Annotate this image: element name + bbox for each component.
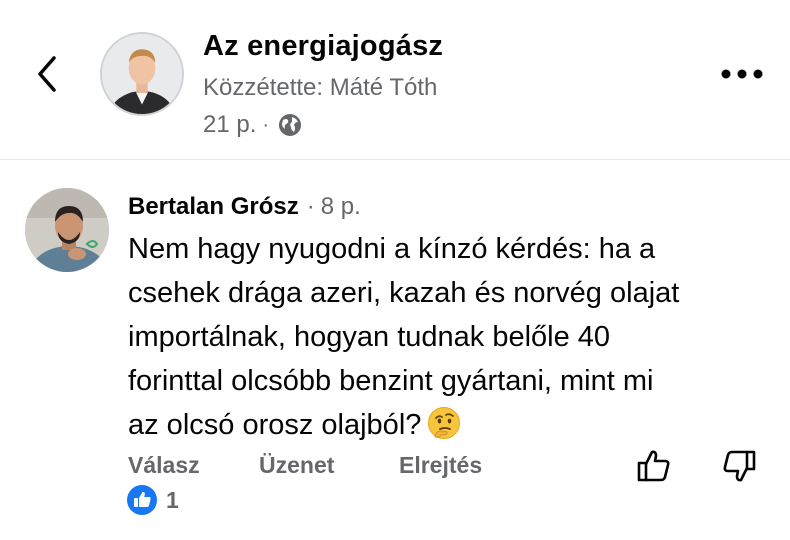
comment-line: forinttal olcsóbb benzint gyártani, mint… xyxy=(128,365,654,397)
post-time: 21 p. xyxy=(203,111,257,138)
reply-button[interactable]: Válasz xyxy=(128,452,200,479)
more-horizontal-icon xyxy=(721,69,763,79)
page-avatar-image xyxy=(102,34,182,114)
comment-line-last: az olcsó orosz olajból? xyxy=(128,403,768,447)
comment-line: Nem hagy nyugodni a kínzó kérdés: ha a xyxy=(128,233,656,265)
comment-line: az olcsó orosz olajból? xyxy=(128,409,422,441)
page-title[interactable]: Az energiajogász xyxy=(203,30,443,63)
comment-thread-screen: Az energiajogász Közzétette: Máté Tóth 2… xyxy=(0,0,790,540)
posted-by-text: Közzétette: Máté Tóth xyxy=(203,74,438,101)
comment-separator: · xyxy=(306,193,315,220)
chevron-left-icon xyxy=(38,56,56,92)
thumbs-up-icon xyxy=(637,450,670,482)
commenter-avatar-image xyxy=(25,188,109,272)
comment-text: Nem hagy nyugodni a kínzó kérdés: ha a c… xyxy=(128,227,768,447)
reaction-summary[interactable]: 1 xyxy=(126,484,179,516)
comment-header: Bertalan Grósz · 8 p. xyxy=(128,193,361,221)
comment-line: csehek drága azeri, kazah és norvég olaj… xyxy=(128,277,680,309)
thinking-face-emoji xyxy=(427,406,461,440)
post-header: Az energiajogász Közzétette: Máté Tóth 2… xyxy=(0,0,790,160)
header-divider xyxy=(0,159,790,160)
meta-separator: · xyxy=(262,113,270,136)
comment-time[interactable]: 8 p. xyxy=(321,193,361,221)
dislike-button[interactable] xyxy=(719,446,759,486)
comment-line: importálnak, hogyan tudnak belőle 40 xyxy=(128,321,611,353)
commenter-avatar[interactable] xyxy=(25,188,109,272)
commenter-name[interactable]: Bertalan Grósz xyxy=(128,193,299,221)
globe-icon xyxy=(277,112,303,138)
back-button[interactable] xyxy=(28,52,68,96)
reaction-count: 1 xyxy=(166,486,179,513)
like-button[interactable] xyxy=(634,446,674,486)
page-avatar[interactable] xyxy=(100,32,184,116)
post-meta: 21 p. · xyxy=(203,110,303,140)
thumbs-down-icon xyxy=(723,450,756,482)
like-reaction-icon xyxy=(126,484,158,516)
message-button[interactable]: Üzenet xyxy=(259,452,334,479)
hide-button[interactable]: Elrejtés xyxy=(399,452,482,479)
more-options-button[interactable] xyxy=(718,62,766,86)
